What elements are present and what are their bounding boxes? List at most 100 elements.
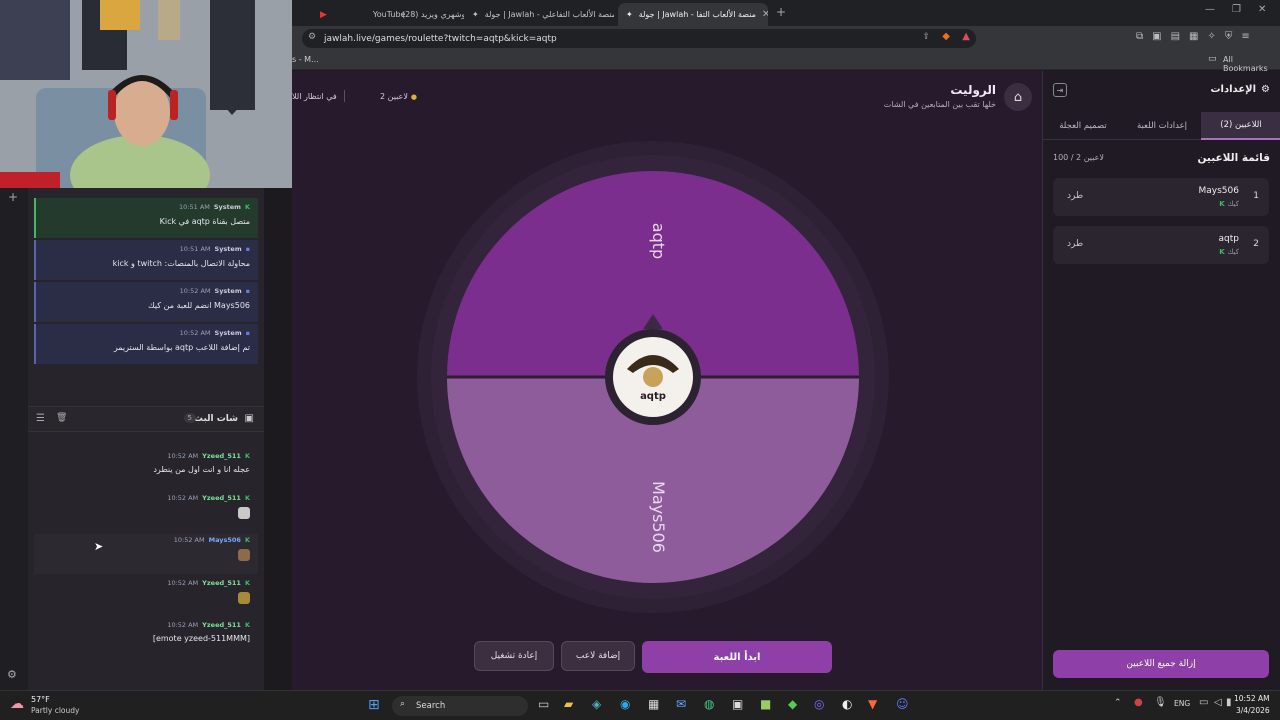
message-emote xyxy=(238,549,250,561)
leo-icon[interactable]: ✧ xyxy=(1208,31,1216,42)
message-author: Yzeed_511 xyxy=(202,579,241,587)
minecraft-icon[interactable]: ■ xyxy=(760,697,771,711)
chat-message: 10:52 AM Yzeed_511 K xyxy=(34,492,258,532)
message-text: عجله انا و انت اول من ينطرد xyxy=(153,465,250,474)
close-window-icon[interactable]: ✕ xyxy=(1258,4,1266,15)
terminal-icon[interactable]: ▣ xyxy=(732,697,743,711)
home-button[interactable]: ⌂ xyxy=(1004,83,1032,111)
weather-icon[interactable]: ☁ xyxy=(10,696,24,712)
language-indicator[interactable]: ENG xyxy=(1174,699,1190,708)
file-explorer-icon[interactable]: ▰ xyxy=(564,697,573,711)
gear-icon[interactable]: ⚙ xyxy=(7,668,17,681)
sidebar-toggle-icon[interactable]: ▤ xyxy=(1171,31,1180,42)
tab-jawlah-active[interactable]: ✦ جولة | Jawlah - منصة الألعاب التفا ✕ xyxy=(618,3,768,26)
screenshot-icon[interactable]: ▣ xyxy=(1152,31,1161,42)
players-count: 2 لاعبين xyxy=(380,92,408,101)
message-emote xyxy=(238,507,250,519)
game-app-icon[interactable]: ◆ xyxy=(788,697,797,711)
obs-icon[interactable]: ◎ xyxy=(814,697,824,711)
menu-icon[interactable]: ≡ xyxy=(1241,31,1249,42)
task-view-icon[interactable]: ▭ xyxy=(538,697,549,711)
youtube-icon: ▶ xyxy=(320,9,327,20)
weather-temp: 57°F xyxy=(31,695,50,704)
mail-icon[interactable]: ✉ xyxy=(676,697,686,711)
message-text: محاولة الاتصال بالمنصات: twitch و kick xyxy=(112,259,250,268)
address-bar[interactable]: ⚙ jawlah.live/games/roulette?twitch=aqtp… xyxy=(302,29,976,48)
kick-icon: K xyxy=(244,536,250,544)
search-label: Search xyxy=(416,701,446,711)
folder-icon: ▭ xyxy=(1208,54,1217,64)
settings-sidebar: الإعدادات ⚙ ⇥ اللاعبين (2) إعدادات اللعب… xyxy=(1042,71,1280,690)
roulette-wheel[interactable]: aqtp Mays506 aqtp xyxy=(417,141,889,613)
app-icon[interactable]: ◍ xyxy=(704,697,714,711)
trash-icon[interactable]: 🗑 xyxy=(56,413,67,423)
minimize-icon[interactable]: — xyxy=(1205,4,1215,15)
extensions-icon[interactable]: ⧉ xyxy=(1136,31,1143,42)
segment-label-bottom: Mays506 xyxy=(649,481,668,553)
restart-button[interactable]: إعادة تشغيل xyxy=(474,641,554,671)
message-author: Yzeed_511 xyxy=(202,621,241,629)
players-list-title: قائمة اللاعبين xyxy=(1197,152,1270,164)
kick-icon: K xyxy=(244,579,250,587)
volume-icon[interactable]: ◁ xyxy=(1214,697,1222,708)
close-tab-icon[interactable]: ✕ xyxy=(762,9,768,20)
tab-wheel-design[interactable]: تصميم العجلة xyxy=(1043,112,1123,140)
game-status: في انتظار اللا xyxy=(292,92,337,101)
store-icon[interactable]: ▦ xyxy=(648,697,659,711)
chat-header: ☰ 🗑 ▣ شات البث 5 xyxy=(28,406,264,432)
tray-app-icon[interactable]: ● xyxy=(1134,697,1143,708)
segment-label-top: aqtp xyxy=(649,223,668,259)
share-icon[interactable]: ⇪ xyxy=(922,32,930,42)
add-player-button[interactable]: إضافة لاعب xyxy=(561,641,635,671)
message-author: System xyxy=(214,329,242,337)
roulette-game-area: ⌂ الروليت خلها تقب بين المتابعين في الشا… xyxy=(292,71,1042,690)
chrome-icon[interactable]: ◐ xyxy=(842,697,852,711)
message-author: System xyxy=(214,287,242,295)
edge-icon[interactable]: ◉ xyxy=(620,697,630,711)
start-game-button[interactable]: ابدأ اللعبة xyxy=(642,641,832,673)
chat-icon: ▣ xyxy=(244,413,254,424)
kick-icon: K xyxy=(1219,248,1225,256)
collapse-panel-icon[interactable]: ⇥ xyxy=(1053,83,1067,97)
tab-jawlah-1[interactable]: ✦ جولة | Jawlah - منصة الألعاب التفاعلي xyxy=(464,3,614,26)
vpn-icon[interactable]: ⛨ xyxy=(1225,31,1233,42)
kick-icon: K xyxy=(1219,200,1225,208)
system-message: 10:51 AM System ▪ محاولة الاتصال بالمنصات:… xyxy=(34,240,258,280)
add-icon[interactable]: + xyxy=(8,190,18,204)
brave-shield-icon[interactable]: ◆ xyxy=(942,31,950,42)
home-icon: ⌂ xyxy=(1013,89,1023,105)
copilot-icon[interactable]: ◈ xyxy=(592,697,601,711)
network-icon[interactable]: ▭ xyxy=(1199,697,1208,708)
brave-rewards-icon[interactable]: ▲ xyxy=(962,31,970,42)
kick-player-button[interactable]: طرد xyxy=(1067,191,1083,201)
message-time: 10:52 AM xyxy=(173,536,205,544)
tab-players[interactable]: اللاعبين (2) xyxy=(1201,112,1280,140)
battery-icon[interactable]: ▮ xyxy=(1226,697,1232,708)
microphone-icon[interactable]: 🎙 xyxy=(1154,697,1167,708)
new-tab-button[interactable]: + xyxy=(776,5,786,19)
kick-player-button[interactable]: طرد xyxy=(1067,239,1083,249)
bookmark-item[interactable]: s - M... xyxy=(292,55,319,64)
filter-icon[interactable]: ☰ xyxy=(36,413,45,424)
chat-title: شات البث xyxy=(193,414,238,424)
tab-youtube-channel[interactable]: (28) بوشهري ويزيد xyxy=(354,3,464,26)
clock-time[interactable]: 10:52 AM xyxy=(1234,694,1270,703)
tray-overflow-icon[interactable]: ⌃ xyxy=(1114,698,1122,708)
chat-message: 10:52 AM Yzeed_511 K xyxy=(34,577,258,617)
tab-title: جولة | Jawlah - منصة الألعاب التفا xyxy=(638,10,756,19)
message-author: Mays506 xyxy=(208,536,241,544)
kick-icon: K xyxy=(244,621,250,629)
clock-date[interactable]: 3/4/2026 xyxy=(1236,706,1270,715)
maximize-icon[interactable]: ❐ xyxy=(1232,4,1241,15)
system-icon: ▪ xyxy=(245,329,250,337)
brave-icon[interactable]: ▼ xyxy=(868,697,877,711)
tab-game-settings[interactable]: إعدادات اللعبة xyxy=(1123,112,1201,140)
system-message: 10:51 AM System K متصل بقناة aqtp في Kick xyxy=(34,198,258,238)
taskbar-search[interactable]: ⌕ Search xyxy=(392,696,528,716)
discord-icon[interactable]: ☺ xyxy=(896,697,909,711)
site-info-icon[interactable]: ⚙ xyxy=(308,32,316,42)
wallet-icon[interactable]: ▦ xyxy=(1189,31,1198,42)
remove-all-players-button[interactable]: إزالة جميع اللاعبين xyxy=(1053,650,1269,678)
start-menu-icon[interactable]: ⊞ xyxy=(368,697,380,713)
search-icon: ⌕ xyxy=(400,699,406,709)
